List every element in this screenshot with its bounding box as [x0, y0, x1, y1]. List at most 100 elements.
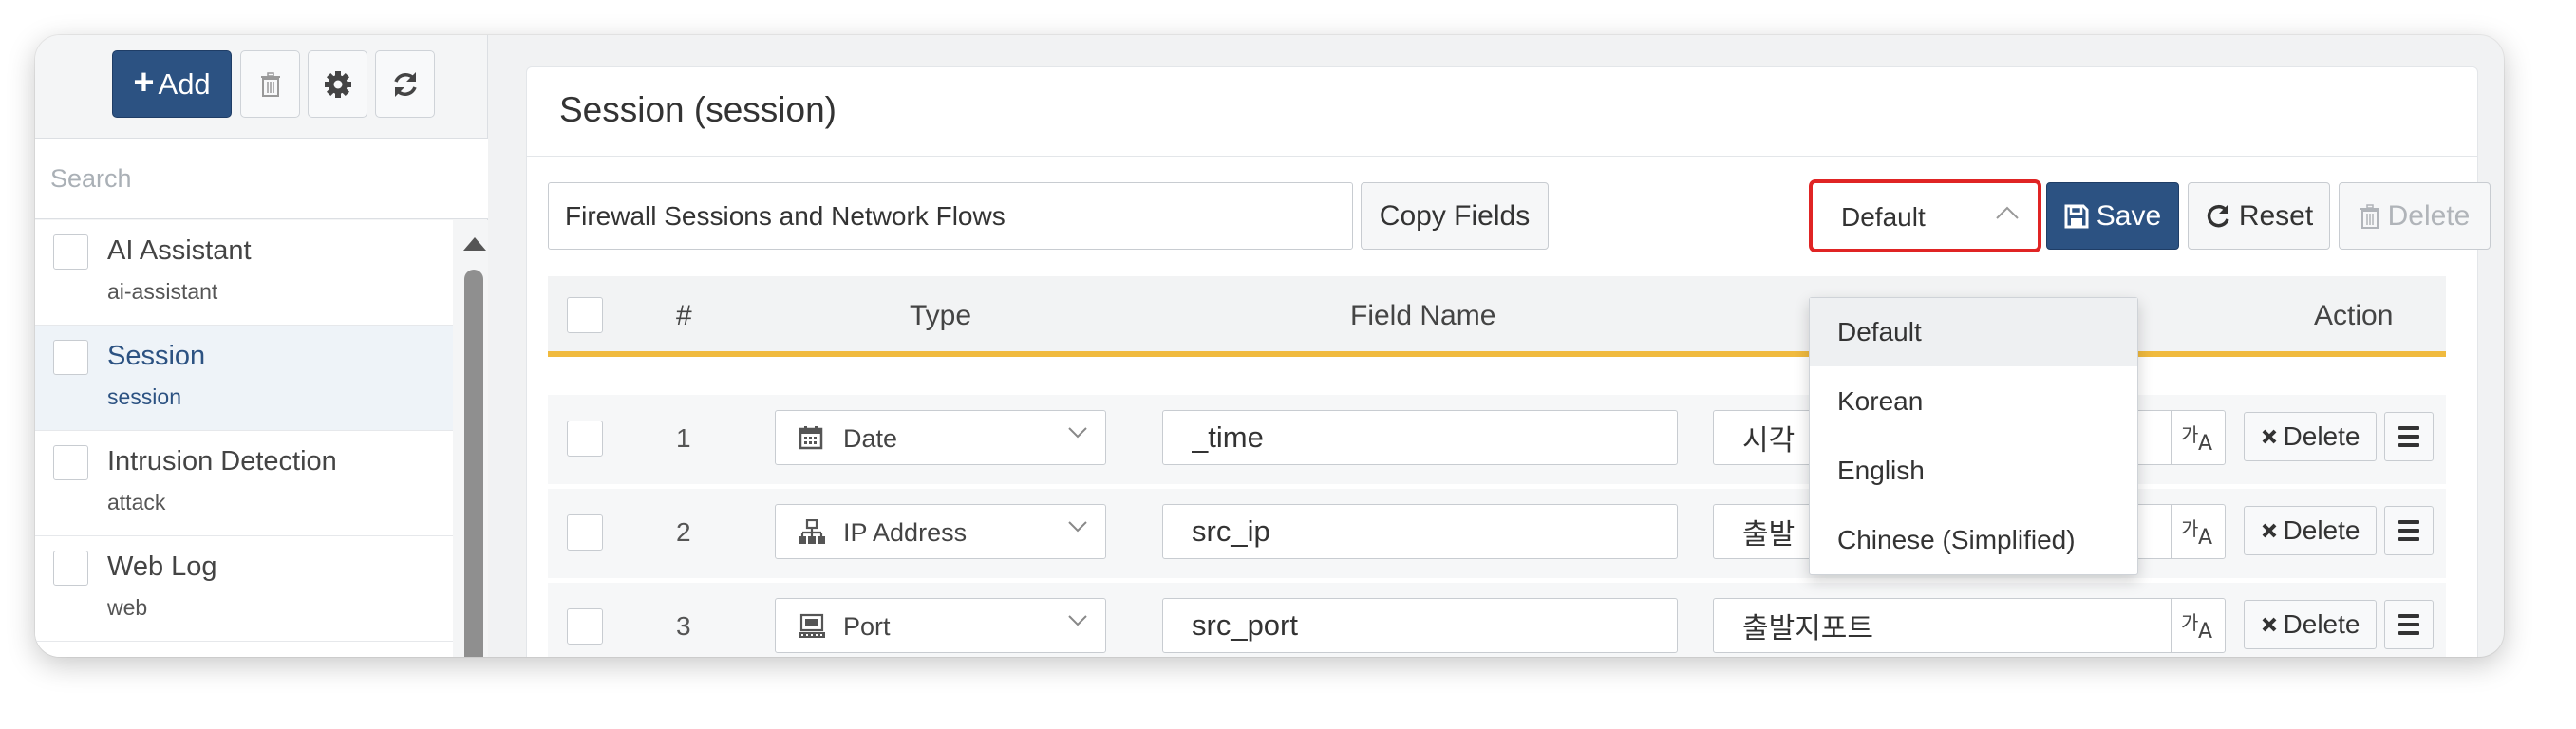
hamburger-icon-bar — [2398, 443, 2419, 447]
field-name-input[interactable] — [1163, 599, 1677, 652]
row-menu-button[interactable] — [2384, 600, 2434, 649]
calendar-icon — [799, 426, 823, 450]
trash-icon — [2360, 203, 2379, 229]
list-item-intrusion-detection[interactable]: Intrusion Detection attack — [35, 431, 453, 536]
list-item-web-log[interactable]: Web Log web — [35, 536, 453, 642]
type-select-value: Date — [843, 424, 898, 453]
scroll-up-arrow-icon[interactable] — [463, 237, 486, 251]
row-menu-button[interactable] — [2384, 506, 2434, 555]
floppy-disk-icon — [2064, 204, 2089, 228]
translate-button[interactable]: 가 A — [2171, 598, 2226, 653]
copy-fields-button[interactable]: Copy Fields — [1361, 182, 1549, 250]
type-select[interactable]: Port — [775, 598, 1106, 653]
hamburger-icon-bar — [2398, 426, 2419, 430]
row-delete-button[interactable]: Delete — [2244, 412, 2377, 461]
row-checkbox[interactable] — [567, 608, 603, 645]
list-item-name: Intrusion Detection — [107, 446, 337, 477]
sidebar-scrollbar[interactable] — [460, 220, 488, 657]
type-select[interactable]: IP Address — [775, 504, 1106, 559]
scroll-thumb[interactable] — [464, 270, 483, 657]
column-header-action: Action — [2314, 300, 2394, 331]
list-item-session[interactable]: Session session — [35, 326, 453, 431]
list-item-checkbox[interactable] — [53, 340, 88, 375]
language-option-english[interactable]: English — [1810, 437, 2137, 505]
type-select[interactable]: Date — [775, 410, 1106, 465]
type-select-value: Port — [843, 612, 891, 641]
hamburger-icon-bar — [2398, 537, 2419, 541]
title-divider — [527, 156, 2477, 157]
main-panel: Session (session) Copy Fields Default Sa… — [526, 66, 2491, 657]
delete-button[interactable]: Delete — [2339, 182, 2491, 250]
sidebar-toolbar: + Add — [35, 35, 488, 138]
hamburger-icon-bar — [2398, 614, 2419, 618]
translate-icon-ga: 가 — [2181, 423, 2199, 446]
row-delete-label: Delete — [2283, 609, 2360, 639]
hamburger-icon-bar — [2398, 529, 2419, 533]
sidebar: + Add Search AI Assistant ai-assistant S… — [35, 35, 488, 657]
refresh-button[interactable] — [375, 50, 435, 118]
close-icon — [2262, 523, 2276, 538]
translate-icon-a: A — [2198, 620, 2213, 644]
type-select-value: IP Address — [843, 518, 968, 547]
row-delete-button[interactable]: Delete — [2244, 600, 2377, 649]
language-option-chinese-simplified[interactable]: Chinese (Simplified) — [1810, 506, 2137, 574]
field-name-input[interactable] — [1163, 411, 1677, 464]
column-header-type: Type — [910, 300, 972, 331]
select-all-checkbox[interactable] — [567, 297, 603, 333]
copy-fields-label: Copy Fields — [1379, 199, 1531, 232]
row-number: 1 — [676, 423, 691, 453]
language-dropdown-menu: Default Korean English Chinese (Simplifi… — [1809, 297, 2138, 575]
list-item-checkbox[interactable] — [53, 551, 88, 586]
field-label-cell — [1713, 598, 2172, 653]
field-name-cell — [1162, 504, 1678, 559]
save-button-label: Save — [2096, 199, 2162, 232]
language-select[interactable]: Default — [1809, 179, 2041, 252]
translate-button[interactable]: 가 A — [2171, 410, 2226, 465]
search-input[interactable] — [35, 139, 488, 218]
chevron-down-icon — [1068, 615, 1087, 626]
hamburger-icon-bar — [2398, 631, 2419, 635]
delete-selected-button[interactable] — [240, 50, 300, 118]
row-menu-button[interactable] — [2384, 412, 2434, 461]
sidebar-search — [35, 138, 488, 219]
list-item-name: AI Assistant — [107, 235, 252, 266]
list-item-id: session — [107, 384, 181, 409]
row-checkbox[interactable] — [567, 514, 603, 551]
reset-button[interactable]: Reset — [2188, 182, 2330, 250]
translate-icon-ga: 가 — [2181, 517, 2199, 540]
row-delete-label: Delete — [2283, 515, 2360, 545]
translate-button[interactable]: 가 A — [2171, 504, 2226, 559]
field-name-cell — [1162, 410, 1678, 465]
list-item-name: Session — [107, 341, 206, 371]
field-name-input[interactable] — [1163, 505, 1677, 558]
delete-button-label: Delete — [2387, 199, 2471, 232]
page-title: Session (session) — [559, 90, 837, 129]
refresh-icon — [393, 71, 417, 97]
description-input[interactable] — [549, 183, 1352, 249]
field-label-input[interactable] — [1714, 599, 2171, 652]
chevron-up-icon — [1996, 206, 2019, 219]
settings-button[interactable] — [308, 50, 367, 118]
list-item-ai-assistant[interactable]: AI Assistant ai-assistant — [35, 220, 453, 326]
chevron-down-icon — [1068, 521, 1087, 533]
list-item-id: web — [107, 595, 148, 620]
app-window: + Add Search AI Assistant ai-assistant S… — [35, 35, 2504, 657]
list-item-id: ai-assistant — [107, 279, 218, 304]
language-select-value: Default — [1841, 202, 1926, 232]
add-button-label: Add — [158, 66, 211, 101]
close-icon — [2262, 429, 2276, 444]
list-item-checkbox[interactable] — [53, 234, 88, 270]
port-icon — [799, 613, 825, 638]
list-item-id: attack — [107, 490, 166, 514]
hamburger-icon-bar — [2398, 623, 2419, 626]
row-checkbox[interactable] — [567, 421, 603, 457]
hamburger-icon-bar — [2398, 435, 2419, 439]
table-row: 3 Port 가 — [548, 583, 2446, 657]
save-button[interactable]: Save — [2046, 182, 2179, 250]
language-option-default[interactable]: Default — [1810, 298, 2137, 366]
language-option-korean[interactable]: Korean — [1810, 367, 2137, 436]
list-item-checkbox[interactable] — [53, 445, 88, 480]
column-header-number: # — [676, 300, 692, 331]
row-delete-button[interactable]: Delete — [2244, 506, 2377, 555]
add-button[interactable]: + Add — [112, 50, 232, 118]
